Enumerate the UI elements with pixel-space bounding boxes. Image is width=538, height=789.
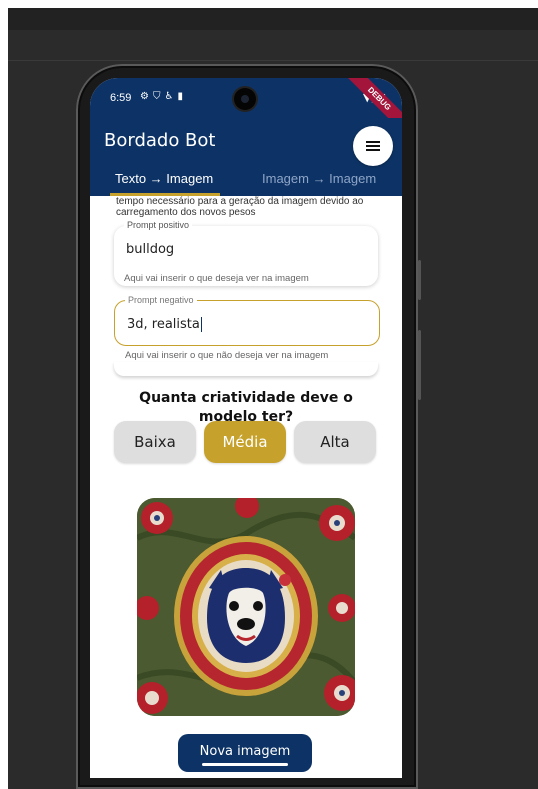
embroidered-bulldog-image xyxy=(137,498,355,716)
front-camera xyxy=(234,88,256,110)
phone-volume-button[interactable] xyxy=(418,330,421,400)
new-image-button[interactable]: Nova imagem xyxy=(178,734,312,772)
negative-prompt-label: Prompt negativo xyxy=(125,295,197,305)
status-bar: 6:59 ⚙⛉♿▮ ▼◢▮ DEBUG xyxy=(90,78,402,136)
negative-prompt-hint: Aqui vai inserir o que não deseja ver na… xyxy=(125,350,329,361)
negative-prompt-helper-card xyxy=(114,362,378,376)
option-media-button[interactable]: Média xyxy=(204,421,286,463)
shield-icon: ⛉ xyxy=(152,91,165,102)
menu-icon xyxy=(366,141,380,151)
generated-image xyxy=(137,498,355,716)
tab-text-to-image[interactable]: Texto → Imagem xyxy=(115,171,213,186)
menu-button[interactable] xyxy=(353,126,393,166)
positive-prompt-label: Prompt positivo xyxy=(124,220,193,230)
negative-prompt-field[interactable]: Prompt negativo 3d, realista Aqui vai in… xyxy=(114,295,380,361)
tab-image-to-image[interactable]: Imagem → Imagem xyxy=(262,171,376,186)
emulator-toolbar xyxy=(8,30,538,61)
sd-card-icon: ▮ xyxy=(177,91,187,102)
tab-bar: Texto → Imagem Imagem → Imagem xyxy=(90,166,402,196)
negative-prompt-input[interactable]: 3d, realista xyxy=(127,317,202,332)
main-content: tempo necessário para a geração da image… xyxy=(90,196,402,778)
option-baixa-button[interactable]: Baixa xyxy=(114,421,196,463)
status-left-icons: ⚙⛉♿▮ xyxy=(140,91,187,102)
text-cursor xyxy=(200,317,202,332)
phone-screen: 6:59 ⚙⛉♿▮ ▼◢▮ DEBUG Bordado Bot Texto → … xyxy=(90,78,402,778)
positive-prompt-hint: Aqui vai inserir o que deseja ver na ima… xyxy=(124,273,309,284)
negative-prompt-value: 3d, realista xyxy=(127,317,200,332)
home-indicator[interactable] xyxy=(202,763,288,766)
option-alta-button[interactable]: Alta xyxy=(294,421,376,463)
accessibility-icon: ♿ xyxy=(164,91,178,102)
settings-icon: ⚙ xyxy=(140,91,153,102)
info-text: tempo necessário para a geração da image… xyxy=(116,196,364,218)
app-title: Bordado Bot xyxy=(104,130,216,151)
phone-power-button[interactable] xyxy=(418,260,421,300)
positive-prompt-input[interactable]: bulldog xyxy=(126,242,174,257)
positive-prompt-field[interactable]: Prompt positivo bulldog Aqui vai inserir… xyxy=(114,220,378,286)
emulator-title-bar xyxy=(8,8,538,31)
status-time: 6:59 xyxy=(110,92,132,104)
